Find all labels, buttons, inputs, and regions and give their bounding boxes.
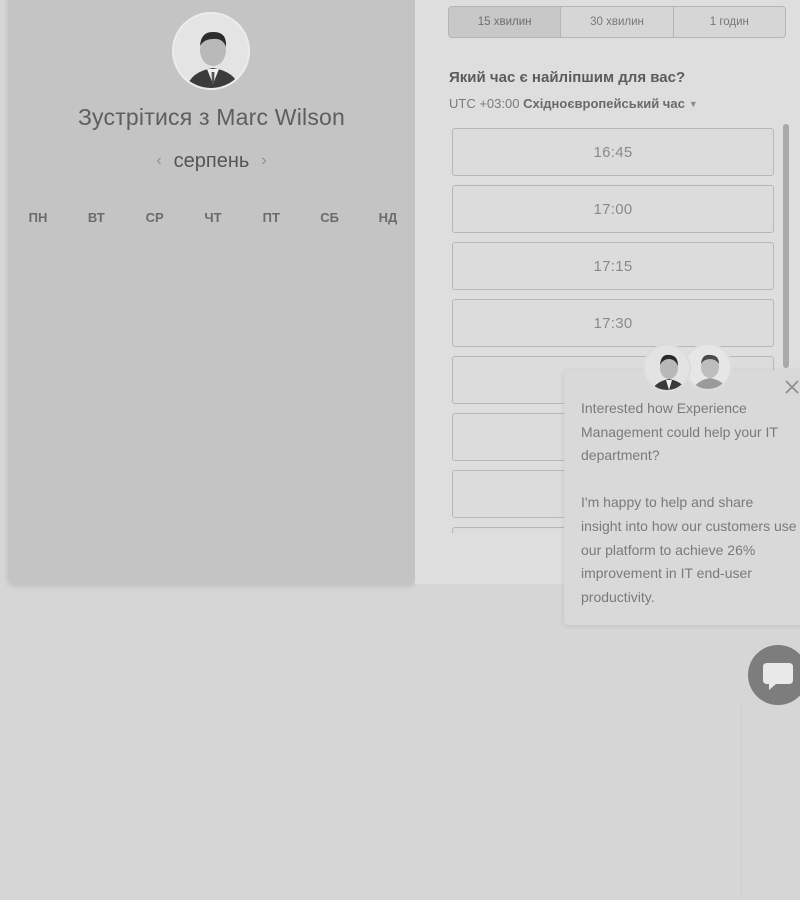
chevron-left-icon[interactable]: ‹ bbox=[144, 152, 173, 169]
chat-message-1: Interested how Experience Management cou… bbox=[581, 400, 778, 464]
divider bbox=[741, 700, 742, 900]
weekday-fri: ПТ bbox=[262, 210, 280, 225]
duration-tab-15[interactable]: 15 хвилин bbox=[449, 7, 562, 37]
timezone-offset: UTC +03:00 bbox=[449, 96, 520, 111]
duration-selector: 15 хвилин 30 хвилин 1 годин bbox=[448, 6, 786, 38]
month-navigator: ‹ серпень › bbox=[0, 150, 423, 173]
weekday-sat: СБ bbox=[320, 210, 339, 225]
time-slot[interactable]: 17:30 bbox=[452, 299, 774, 347]
weekday-mon: ПН bbox=[28, 210, 48, 225]
chat-bubble-icon bbox=[763, 663, 793, 690]
chevron-right-icon[interactable]: › bbox=[249, 152, 278, 169]
time-slot[interactable]: 17:00 bbox=[452, 185, 774, 233]
agent-avatar-2 bbox=[684, 343, 732, 391]
timezone-selector[interactable]: UTC +03:00 Східноєвропейський час ▼ bbox=[449, 96, 698, 111]
weekday-sun: НД bbox=[378, 210, 398, 225]
close-icon[interactable] bbox=[783, 378, 800, 396]
duration-tab-30[interactable]: 30 хвилин bbox=[561, 7, 674, 37]
chat-launcher-button[interactable] bbox=[748, 645, 800, 705]
caret-down-icon: ▼ bbox=[688, 99, 698, 109]
duration-tab-60[interactable]: 1 годин bbox=[674, 7, 785, 37]
slot-list-scrollbar[interactable] bbox=[783, 124, 789, 368]
host-avatar bbox=[172, 12, 250, 90]
time-slot[interactable]: 17:15 bbox=[452, 242, 774, 290]
agent-avatar-1 bbox=[643, 344, 691, 392]
weekday-thu: ЧТ bbox=[204, 210, 222, 225]
time-slot[interactable]: 16:45 bbox=[452, 128, 774, 176]
month-label: серпень bbox=[173, 150, 250, 172]
weekday-header: ПН ВТ СР ЧТ ПТ СБ НД bbox=[22, 210, 404, 225]
weekday-wed: СР bbox=[145, 210, 164, 225]
weekday-tue: ВТ bbox=[87, 210, 105, 225]
chat-popup-message: Interested how Experience Management cou… bbox=[581, 397, 797, 609]
chat-message-2: I'm happy to help and share insight into… bbox=[581, 494, 797, 605]
time-question: Який час є найліпшим для вас? bbox=[449, 69, 686, 86]
timezone-name: Східноєвропейський час bbox=[523, 96, 685, 111]
meeting-title: Зустрітися з Marc Wilson bbox=[77, 104, 346, 130]
